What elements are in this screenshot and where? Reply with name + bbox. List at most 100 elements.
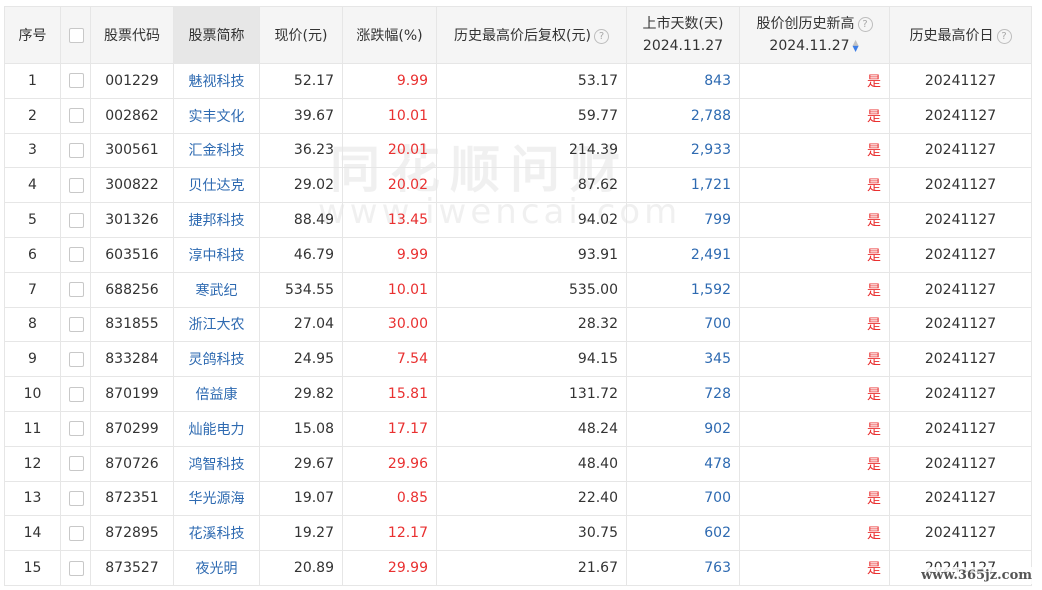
cell-days: 700 — [626, 306, 740, 343]
row-checkbox[interactable] — [69, 560, 84, 576]
row-checkbox[interactable] — [69, 490, 84, 506]
header-new-high[interactable]: 股价创历史新高? 2024.11.27 ▲ ▼ — [739, 6, 890, 64]
row-checkbox[interactable] — [69, 386, 84, 402]
select-all-checkbox[interactable] — [69, 27, 84, 43]
cell-name-link[interactable]: 灵鸽科技 — [173, 341, 260, 378]
cell-name-link[interactable]: 花溪科技 — [173, 515, 260, 552]
table-row[interactable]: 6 603516 淳中科技 46.79 9.99 93.91 2,491 是 20241127 — [4, 236, 1032, 273]
header-price[interactable]: 现价(元) — [259, 6, 343, 64]
header-code[interactable]: 股票代码 — [90, 6, 174, 64]
cell-new-high: 是 — [739, 271, 890, 308]
cell-checkbox[interactable] — [60, 515, 91, 552]
header-name[interactable]: 股票简称 — [173, 6, 260, 64]
cell-name-link[interactable]: 灿能电力 — [173, 410, 260, 447]
cell-change: 12.17 — [342, 515, 437, 552]
cell-index: 3 — [4, 132, 61, 169]
header-hist-high[interactable]: 历史最高价后复权(元)? — [436, 6, 627, 64]
row-checkbox[interactable] — [69, 421, 84, 437]
cell-checkbox[interactable] — [60, 271, 91, 308]
cell-checkbox[interactable] — [60, 480, 91, 517]
table-row[interactable]: 15873527夜光明20.8929.9921.67763是20241127 — [4, 550, 1032, 586]
cell-high-date: 20241127 — [889, 97, 1032, 134]
table-row[interactable]: 1 001229 魅视科技 52.17 9.99 53.17 843 是 20241127 — [4, 63, 1032, 99]
table-row[interactable]: 3 300561 汇金科技 36.23 20.01 214.39 2,933 是 2024112… — [4, 132, 1032, 169]
cell-hist-high: 94.15 — [436, 341, 627, 378]
row-checkbox[interactable] — [69, 177, 84, 193]
cell-checkbox[interactable] — [60, 550, 91, 586]
row-checkbox[interactable] — [69, 282, 84, 298]
cell-code: 688256 — [90, 271, 174, 308]
table-row[interactable]: 8 831855 浙江大农 27.04 30.00 28.32 700 是 20241127 — [4, 306, 1032, 343]
row-checkbox[interactable] — [69, 247, 84, 263]
cell-name-link[interactable]: 淳中科技 — [173, 236, 260, 273]
question-circle-icon[interactable]: ? — [857, 16, 873, 32]
cell-name-link[interactable]: 夜光明 — [173, 550, 260, 586]
cell-change: 0.85 — [342, 480, 437, 517]
table-row[interactable]: 2 002862 实丰文化 39.67 10.01 59.77 2,788 是 20241127 — [4, 97, 1032, 134]
row-checkbox[interactable] — [69, 316, 84, 332]
header-index[interactable]: 序号 — [4, 6, 61, 64]
row-checkbox[interactable] — [69, 142, 84, 158]
cell-name-link[interactable]: 实丰文化 — [173, 97, 260, 134]
cell-name-link[interactable]: 魅视科技 — [173, 63, 260, 99]
cell-checkbox[interactable] — [60, 445, 91, 482]
cell-code: 873527 — [90, 550, 174, 586]
cell-code: 872895 — [90, 515, 174, 552]
cell-checkbox[interactable] — [60, 410, 91, 447]
header-select-all[interactable] — [60, 6, 91, 64]
cell-price: 19.07 — [259, 480, 343, 517]
cell-days: 728 — [626, 376, 740, 412]
table-row[interactable]: 12 870726 鸿智科技 29.67 29.96 48.40 478 是 20241127 — [4, 445, 1032, 482]
table-row[interactable]: 14 872895 花溪科技 19.27 12.17 30.75 602 是 20241127 — [4, 515, 1032, 552]
cell-new-high: 是 — [739, 515, 890, 552]
cell-checkbox[interactable] — [60, 132, 91, 169]
header-high-date[interactable]: 历史最高价日? — [889, 6, 1032, 64]
cell-days: 799 — [626, 202, 740, 238]
row-checkbox[interactable] — [69, 108, 84, 124]
cell-name-link[interactable]: 汇金科技 — [173, 132, 260, 169]
cell-index: 5 — [4, 202, 61, 238]
table-row[interactable]: 9 833284 灵鸽科技 24.95 7.54 94.15 345 是 20241127 — [4, 341, 1032, 378]
table-row[interactable]: 5 301326 捷邦科技 88.49 13.45 94.02 799 是 20241127 — [4, 202, 1032, 238]
cell-days: 700 — [626, 480, 740, 517]
cell-checkbox[interactable] — [60, 306, 91, 343]
table-row[interactable]: 13 872351 华光源海 19.07 0.85 22.40 700 是 20241127 — [4, 480, 1032, 517]
cell-name-link[interactable]: 浙江大农 — [173, 306, 260, 343]
table-row[interactable]: 4 300822 贝仕达克 29.02 20.02 87.62 1,721 是 20241127 — [4, 167, 1032, 204]
row-checkbox[interactable] — [69, 525, 84, 541]
cell-name-link[interactable]: 寒武纪 — [173, 271, 260, 308]
cell-checkbox[interactable] — [60, 236, 91, 273]
row-checkbox[interactable] — [69, 212, 84, 228]
table-row[interactable]: 10 870199 倍益康 29.82 15.81 131.72 728 是 20241127 — [4, 376, 1032, 412]
cell-name-link[interactable]: 捷邦科技 — [173, 202, 260, 238]
cell-days: 478 — [626, 445, 740, 482]
header-days[interactable]: 上市天数(天) 2024.11.27 — [626, 6, 740, 64]
cell-checkbox[interactable] — [60, 167, 91, 204]
cell-new-high: 是 — [739, 376, 890, 412]
cell-high-date: 20241127 — [889, 376, 1032, 412]
question-circle-icon[interactable]: ? — [996, 28, 1012, 44]
cell-name-link[interactable]: 倍益康 — [173, 376, 260, 412]
sort-desc-icon[interactable]: ▲ ▼ — [852, 39, 860, 53]
cell-price: 39.67 — [259, 97, 343, 134]
table-row[interactable]: 11 870299 灿能电力 15.08 17.17 48.24 902 是 20241127 — [4, 410, 1032, 447]
row-checkbox[interactable] — [69, 456, 84, 472]
question-circle-icon[interactable]: ? — [593, 28, 609, 44]
cell-name-link[interactable]: 贝仕达克 — [173, 167, 260, 204]
cell-change: 29.96 — [342, 445, 437, 482]
cell-checkbox[interactable] — [60, 376, 91, 412]
cell-change: 9.99 — [342, 236, 437, 273]
cell-checkbox[interactable] — [60, 202, 91, 238]
cell-new-high: 是 — [739, 63, 890, 99]
cell-checkbox[interactable] — [60, 63, 91, 99]
row-checkbox[interactable] — [69, 73, 84, 89]
cell-code: 870726 — [90, 445, 174, 482]
row-checkbox[interactable] — [69, 351, 84, 367]
cell-code: 300822 — [90, 167, 174, 204]
cell-checkbox[interactable] — [60, 341, 91, 378]
cell-name-link[interactable]: 鸿智科技 — [173, 445, 260, 482]
header-change[interactable]: 涨跌幅(%) — [342, 6, 437, 64]
table-row[interactable]: 7 688256 寒武纪 534.55 10.01 535.00 1,592 是 2024112… — [4, 271, 1032, 308]
cell-name-link[interactable]: 华光源海 — [173, 480, 260, 517]
cell-checkbox[interactable] — [60, 97, 91, 134]
